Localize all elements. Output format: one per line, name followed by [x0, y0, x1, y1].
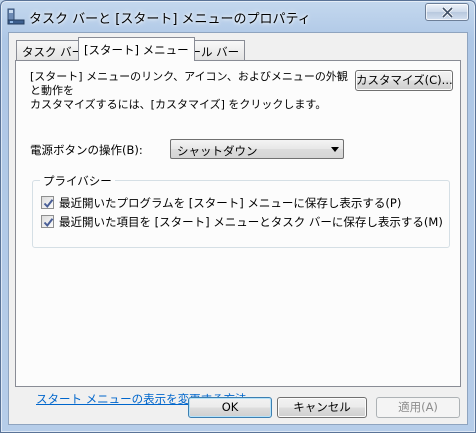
privacy-group: プライバシー 最近開いたプログラムを [スタート] メニューに保存し表示する(P…	[32, 173, 450, 248]
power-button-value: シャットダウン	[177, 144, 258, 158]
power-button-label: 電源ボタンの操作(B):	[30, 143, 143, 157]
recent-programs-label: 最近開いたプログラムを [スタート] メニューに保存し表示する(P)	[59, 196, 402, 210]
customize-button[interactable]: カスタマイズ(C)...	[355, 70, 453, 91]
recent-programs-checkbox[interactable]	[41, 196, 54, 209]
cancel-button[interactable]: キャンセル	[277, 397, 367, 418]
taskbar-app-icon	[7, 8, 25, 25]
title-bar[interactable]: タスク バーと [スタート] メニューのプロパティ	[1, 1, 475, 31]
tab-start-menu[interactable]: [スタート] メニュー	[78, 37, 195, 61]
customize-description: [スタート] メニューのリンク、アイコン、およびメニューの外観と動作を カスタマ…	[30, 70, 350, 112]
dialog-client-area: タスク バー [スタート] メニュー ツール バー [スタート] メニューのリン…	[8, 32, 468, 425]
close-icon	[441, 7, 454, 18]
chevron-down-icon	[331, 147, 339, 152]
close-button[interactable]	[425, 3, 469, 21]
ok-button[interactable]: OK	[188, 397, 272, 418]
description-line-2: カスタマイズするには、[カスタマイズ] をクリックします。	[30, 98, 327, 111]
description-line-1: [スタート] メニューのリンク、アイコン、およびメニューの外観と動作を	[30, 70, 348, 97]
privacy-group-title: プライバシー	[40, 173, 115, 189]
checkmark-icon	[43, 218, 54, 228]
properties-window: タスク バーと [スタート] メニューのプロパティ タスク バー [スタート] …	[0, 0, 476, 433]
window-title: タスク バーと [スタート] メニューのプロパティ	[29, 12, 311, 27]
recent-items-checkbox[interactable]	[41, 215, 54, 228]
checkmark-icon	[43, 199, 54, 209]
start-menu-tab-panel: [スタート] メニューのリンク、アイコン、およびメニューの外観と動作を カスタマ…	[15, 60, 461, 406]
apply-button[interactable]: 適用(A)	[376, 397, 460, 418]
power-button-select[interactable]: シャットダウン	[170, 139, 344, 159]
recent-items-label: 最近開いた項目を [スタート] メニューとタスク バーに保存し表示する(M)	[59, 215, 443, 229]
